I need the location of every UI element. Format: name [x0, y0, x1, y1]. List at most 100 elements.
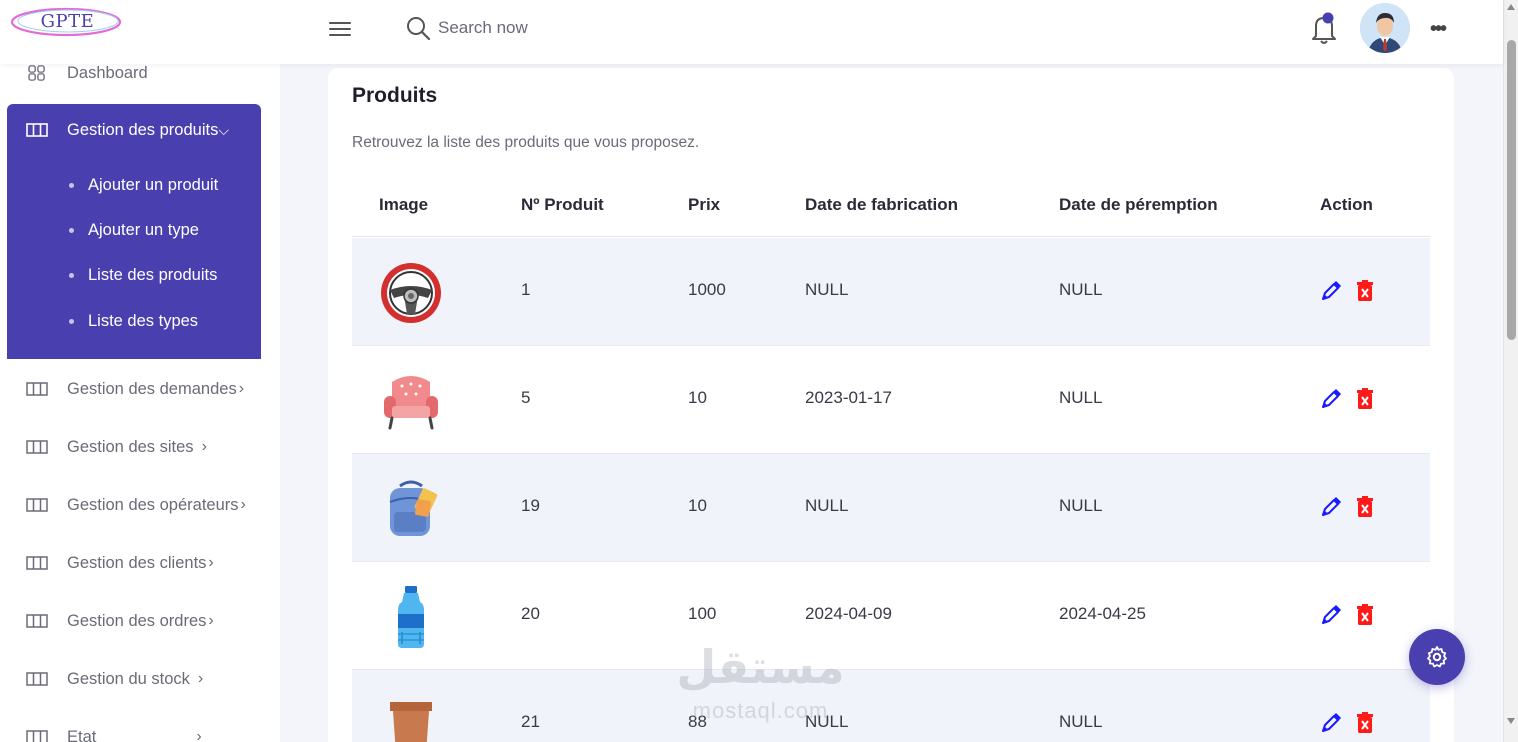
bullet-icon	[69, 227, 74, 233]
delete-trash-icon[interactable]	[1356, 388, 1374, 410]
table-row: 5 10 2023-01-17 NULL	[352, 346, 1430, 454]
sidebar-item-etat[interactable]: Etat ›	[0, 719, 270, 742]
table-header: Image Nº Produit Prix Date de fabricatio…	[352, 180, 1430, 237]
col-header-image: Image	[379, 195, 429, 214]
armchair-icon	[384, 376, 438, 430]
sidebar-item-label: Dashboard	[67, 63, 148, 82]
bullet-icon	[69, 318, 74, 324]
col-header-fabrication: Date de fabrication	[805, 195, 959, 214]
sidebar-item-sites[interactable]: Gestion des sites ›	[0, 429, 270, 465]
cell-peremption: NULL	[1059, 280, 1103, 299]
search-icon	[407, 17, 431, 41]
col-header-numero: Nº Produit	[521, 195, 604, 214]
table-row: 21 88 NULL NULL	[352, 670, 1430, 742]
bullet-icon	[69, 272, 74, 278]
submenu-label: Ajouter un type	[88, 220, 199, 239]
menu-toggle-button[interactable]	[328, 19, 352, 41]
cell-numero: 1	[521, 280, 531, 299]
scrollbar-thumb[interactable]	[1507, 40, 1516, 340]
sidebar-item-clients[interactable]: Gestion des clients ›	[0, 545, 270, 581]
scroll-down-icon[interactable]	[1507, 718, 1515, 724]
delete-trash-icon[interactable]	[1356, 496, 1374, 518]
edit-pen-icon[interactable]	[1320, 280, 1342, 302]
submenu-liste-types[interactable]: Liste des types	[69, 306, 198, 336]
cell-fabrication: NULL	[805, 496, 849, 515]
submenu-liste-produits[interactable]: Liste des produits	[69, 260, 217, 290]
page-scrollbar[interactable]	[1503, 0, 1518, 742]
sidebar-item-label: Gestion des sites	[67, 437, 194, 456]
edit-pen-icon[interactable]	[1320, 388, 1342, 410]
water-bottle-icon	[398, 586, 424, 648]
cell-peremption: NULL	[1059, 388, 1103, 407]
chevron-right-icon: ›	[208, 612, 214, 629]
chevron-down-icon: ⌵	[218, 121, 229, 138]
cell-peremption: NULL	[1059, 496, 1103, 515]
logo[interactable]: GPTE	[10, 6, 125, 38]
col-header-peremption: Date de péremption	[1059, 195, 1218, 214]
search-input[interactable]	[438, 14, 698, 42]
columns-icon	[26, 382, 48, 396]
chevron-right-icon: ›	[240, 496, 246, 513]
cell-prix: 1000	[688, 280, 726, 299]
col-header-prix: Prix	[688, 195, 721, 214]
delete-trash-icon[interactable]	[1356, 280, 1374, 302]
settings-fab-button[interactable]	[1409, 629, 1465, 685]
delete-trash-icon[interactable]	[1356, 604, 1374, 626]
delete-trash-icon[interactable]	[1356, 712, 1374, 734]
edit-pen-icon[interactable]	[1320, 604, 1342, 626]
submenu-ajouter-type[interactable]: Ajouter un type	[69, 215, 199, 245]
sidebar-item-gestion-produits[interactable]: Gestion des produits ⌵	[7, 112, 261, 148]
sidebar: Dashboard Gestion des produits ⌵ Ajouter…	[0, 64, 280, 742]
columns-icon	[26, 440, 48, 454]
table-row: 1 1000 NULL NULL	[352, 238, 1430, 346]
sidebar-item-label: Gestion des ordres	[67, 611, 207, 630]
col-header-action: Action	[1320, 195, 1373, 214]
cell-prix: 88	[688, 712, 707, 731]
sidebar-item-demandes[interactable]: Gestion des demandes ›	[0, 371, 270, 407]
sidebar-item-ordres[interactable]: Gestion des ordres ›	[0, 603, 270, 639]
chevron-right-icon: ›	[201, 438, 207, 455]
sidebar-item-label: Gestion des clients	[67, 553, 207, 572]
sidebar-item-label: Gestion des opérateurs	[67, 495, 239, 514]
more-options-icon[interactable]: •••	[1430, 18, 1447, 41]
sidebar-item-label: Gestion du stock	[67, 669, 190, 688]
sidebar-group-produits: Gestion des produits ⌵ Ajouter un produi…	[7, 104, 261, 359]
cell-fabrication: NULL	[805, 712, 849, 731]
columns-icon	[26, 730, 48, 742]
sidebar-item-operateurs[interactable]: Gestion des opérateurs ›	[0, 487, 270, 523]
products-card: Produits Retrouvez la liste des produits…	[328, 68, 1454, 742]
columns-icon	[26, 614, 48, 628]
edit-pen-icon[interactable]	[1320, 712, 1342, 734]
page-subtitle: Retrouvez la liste des produits que vous…	[352, 134, 700, 151]
columns-icon	[26, 672, 48, 686]
notification-bell-icon[interactable]	[1308, 10, 1340, 46]
hamburger-icon	[329, 22, 351, 24]
dashboard-grid-icon	[28, 65, 45, 81]
chevron-right-icon: ›	[197, 670, 204, 687]
bullet-icon	[69, 182, 74, 188]
cell-prix: 10	[688, 388, 707, 407]
sidebar-item-label: Etat	[67, 727, 97, 742]
scroll-up-icon[interactable]	[1507, 4, 1515, 10]
submenu-label: Liste des produits	[88, 265, 218, 284]
top-header: GPTE •••	[0, 0, 1503, 64]
user-avatar[interactable]	[1360, 3, 1410, 53]
cell-numero: 5	[521, 388, 531, 407]
cell-fabrication: 2023-01-17	[805, 388, 892, 407]
columns-icon	[26, 498, 48, 512]
cell-peremption: NULL	[1059, 712, 1103, 731]
cell-prix: 10	[688, 496, 707, 515]
cell-numero: 19	[521, 496, 540, 515]
steering-wheel-icon	[381, 263, 441, 323]
submenu-ajouter-produit[interactable]: Ajouter un produit	[69, 170, 218, 200]
gear-icon	[1427, 646, 1447, 668]
chevron-right-icon: ›	[196, 728, 202, 742]
flower-pot-icon	[390, 702, 432, 742]
sidebar-item-label: Gestion des produits	[67, 120, 219, 139]
sidebar-item-label: Gestion des demandes	[67, 379, 237, 398]
edit-pen-icon[interactable]	[1320, 496, 1342, 518]
sidebar-item-stock[interactable]: Gestion du stock ›	[0, 661, 270, 697]
columns-icon	[26, 123, 48, 137]
table-row: 20 100 2024-04-09 2024-04-25	[352, 562, 1430, 670]
chevron-right-icon: ›	[238, 380, 245, 397]
